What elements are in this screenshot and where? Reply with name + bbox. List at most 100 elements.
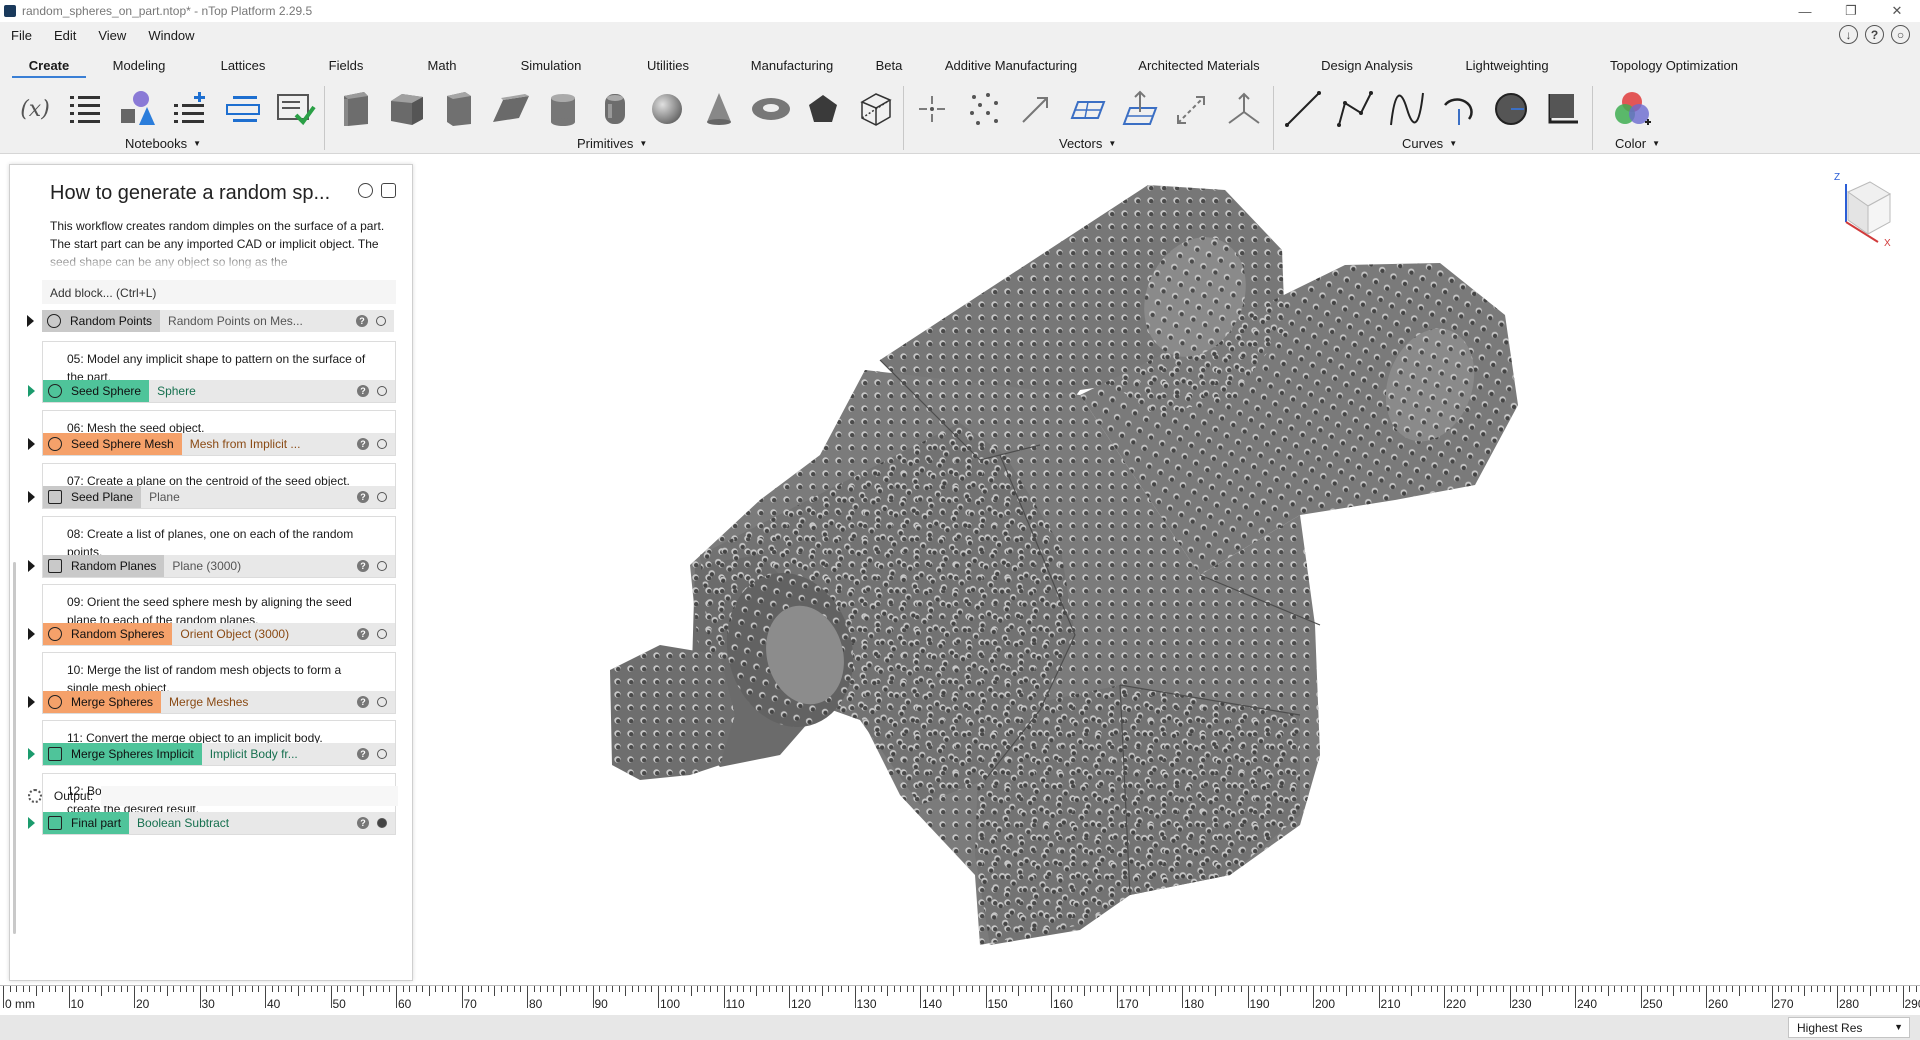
plane-icon[interactable]: [1066, 86, 1110, 132]
refresh-icon[interactable]: [358, 183, 373, 198]
expand-arrow-icon[interactable]: [28, 560, 35, 572]
menu-file[interactable]: File: [0, 28, 43, 43]
visibility-icon[interactable]: [376, 316, 386, 326]
help-icon[interactable]: ?: [357, 438, 369, 450]
tab-manufacturing[interactable]: Manufacturing: [722, 48, 862, 82]
spline-icon[interactable]: [1385, 86, 1429, 132]
expand-arrow-icon[interactable]: [28, 748, 35, 760]
visibility-icon[interactable]: [377, 749, 387, 759]
block-random-points[interactable]: Random Points Random Points on Mes...?: [27, 310, 396, 332]
help-icon[interactable]: ?: [357, 491, 369, 503]
resolution-select[interactable]: Highest Res ▼: [1788, 1017, 1910, 1038]
help-icon[interactable]: ?: [357, 817, 369, 829]
point-icon[interactable]: [910, 86, 954, 132]
tab-utilities[interactable]: Utilities: [614, 48, 722, 82]
restore-icon[interactable]: ❐: [1828, 0, 1874, 22]
help-icon[interactable]: ?: [357, 628, 369, 640]
visibility-icon[interactable]: [377, 439, 387, 449]
block-random-planes[interactable]: 08: Create a list of planes, one on each…: [28, 516, 396, 578]
visibility-icon[interactable]: [377, 386, 387, 396]
tab-lightweighting[interactable]: Lightweighting: [1442, 48, 1572, 82]
parallelepiped-icon[interactable]: [489, 86, 533, 132]
block-merge-spheres-implicit[interactable]: 11: Convert the merge object to an impli…: [28, 720, 396, 766]
expand-arrow-icon[interactable]: [28, 817, 35, 829]
view-cube[interactable]: Z X: [1834, 172, 1894, 252]
minimize-icon[interactable]: —: [1782, 0, 1828, 22]
visibility-icon[interactable]: [377, 561, 387, 571]
tab-design-analysis[interactable]: Design Analysis: [1292, 48, 1442, 82]
rectangle-icon[interactable]: [1541, 86, 1585, 132]
cylinder-icon[interactable]: [541, 86, 585, 132]
variable-icon[interactable]: (x): [13, 86, 57, 132]
circle-icon[interactable]: [1489, 86, 1533, 132]
menu-view[interactable]: View: [87, 28, 137, 43]
visibility-icon[interactable]: [377, 697, 387, 707]
close-icon[interactable]: ✕: [1874, 0, 1920, 22]
torus-icon[interactable]: [749, 86, 793, 132]
frame-icon[interactable]: [1222, 86, 1266, 132]
group-notebooks[interactable]: Notebooks ▼: [125, 136, 201, 151]
tab-simulation[interactable]: Simulation: [488, 48, 614, 82]
tab-topology-optimization[interactable]: Topology Optimization: [1572, 48, 1776, 82]
output-field[interactable]: [101, 786, 398, 806]
visibility-icon[interactable]: [377, 492, 387, 502]
add-block-input[interactable]: Add block... (Ctrl+L): [42, 280, 396, 304]
tab-lattices[interactable]: Lattices: [190, 48, 296, 82]
plane-normal-icon[interactable]: [1118, 86, 1162, 132]
help-icon[interactable]: ?: [357, 385, 369, 397]
capsule-icon[interactable]: [593, 86, 637, 132]
help-icon[interactable]: ?: [357, 696, 369, 708]
tab-additive-manufacturing[interactable]: Additive Manufacturing: [916, 48, 1106, 82]
block-random-spheres[interactable]: 09: Orient the seed sphere mesh by align…: [28, 584, 396, 646]
block-merge-spheres[interactable]: 10: Merge the list of random mesh object…: [28, 652, 396, 714]
group-primitives[interactable]: Primitives ▼: [577, 136, 647, 151]
color-wheel-icon[interactable]: [1610, 86, 1654, 132]
tab-math[interactable]: Math: [396, 48, 488, 82]
expand-arrow-icon[interactable]: [28, 385, 35, 397]
help-icon[interactable]: ?: [357, 560, 369, 572]
prism-icon[interactable]: [437, 86, 481, 132]
vector-icon[interactable]: [1014, 86, 1058, 132]
tab-fields[interactable]: Fields: [296, 48, 396, 82]
wire-cube-icon[interactable]: [853, 86, 897, 132]
list-icon[interactable]: [63, 86, 107, 132]
expand-arrow-icon[interactable]: [27, 315, 34, 327]
group-color[interactable]: Color ▼: [1615, 136, 1660, 151]
expand-arrow-icon[interactable]: [28, 696, 35, 708]
polyline-icon[interactable]: [1333, 86, 1377, 132]
globe-icon[interactable]: ○: [1891, 25, 1910, 44]
part-model[interactable]: [610, 185, 1518, 945]
block-seed-sphere[interactable]: 05: Model any implicit shape to pattern …: [28, 341, 396, 403]
visibility-icon[interactable]: [377, 818, 387, 828]
tab-modeling[interactable]: Modeling: [88, 48, 190, 82]
expand-arrow-icon[interactable]: [28, 491, 35, 503]
download-icon[interactable]: ↓: [1839, 25, 1858, 44]
tab-beta[interactable]: Beta: [862, 48, 916, 82]
menu-edit[interactable]: Edit: [43, 28, 87, 43]
help-icon[interactable]: ?: [1865, 25, 1884, 44]
box-icon[interactable]: [333, 86, 377, 132]
group-curves[interactable]: Curves ▼: [1402, 136, 1457, 151]
vector-dashed-icon[interactable]: [1170, 86, 1214, 132]
scrollbar[interactable]: [13, 562, 16, 934]
expand-arrow-icon[interactable]: [28, 438, 35, 450]
cone-icon[interactable]: [697, 86, 741, 132]
sphere-icon[interactable]: [645, 86, 689, 132]
expand-arrow-icon[interactable]: [28, 628, 35, 640]
polygon-icon[interactable]: [801, 86, 845, 132]
visibility-icon[interactable]: [377, 629, 387, 639]
menu-window[interactable]: Window: [137, 28, 205, 43]
shapes-icon[interactable]: [115, 86, 159, 132]
block-seed-plane[interactable]: 07: Create a plane on the centroid of th…: [28, 463, 396, 509]
tab-create[interactable]: Create: [10, 48, 88, 82]
rounded-box-icon[interactable]: [385, 86, 429, 132]
group-vectors[interactable]: Vectors ▼: [1059, 136, 1116, 151]
block-seed-sphere-mesh[interactable]: 06: Mesh the seed object. Seed Sphere Me…: [28, 410, 396, 456]
help-icon[interactable]: ?: [357, 748, 369, 760]
arc-icon[interactable]: [1437, 86, 1481, 132]
line-icon[interactable]: [1281, 86, 1325, 132]
list-edit-icon[interactable]: [221, 86, 265, 132]
points-icon[interactable]: [962, 86, 1006, 132]
check-doc-icon[interactable]: [274, 86, 318, 132]
gear-icon[interactable]: [28, 789, 42, 803]
